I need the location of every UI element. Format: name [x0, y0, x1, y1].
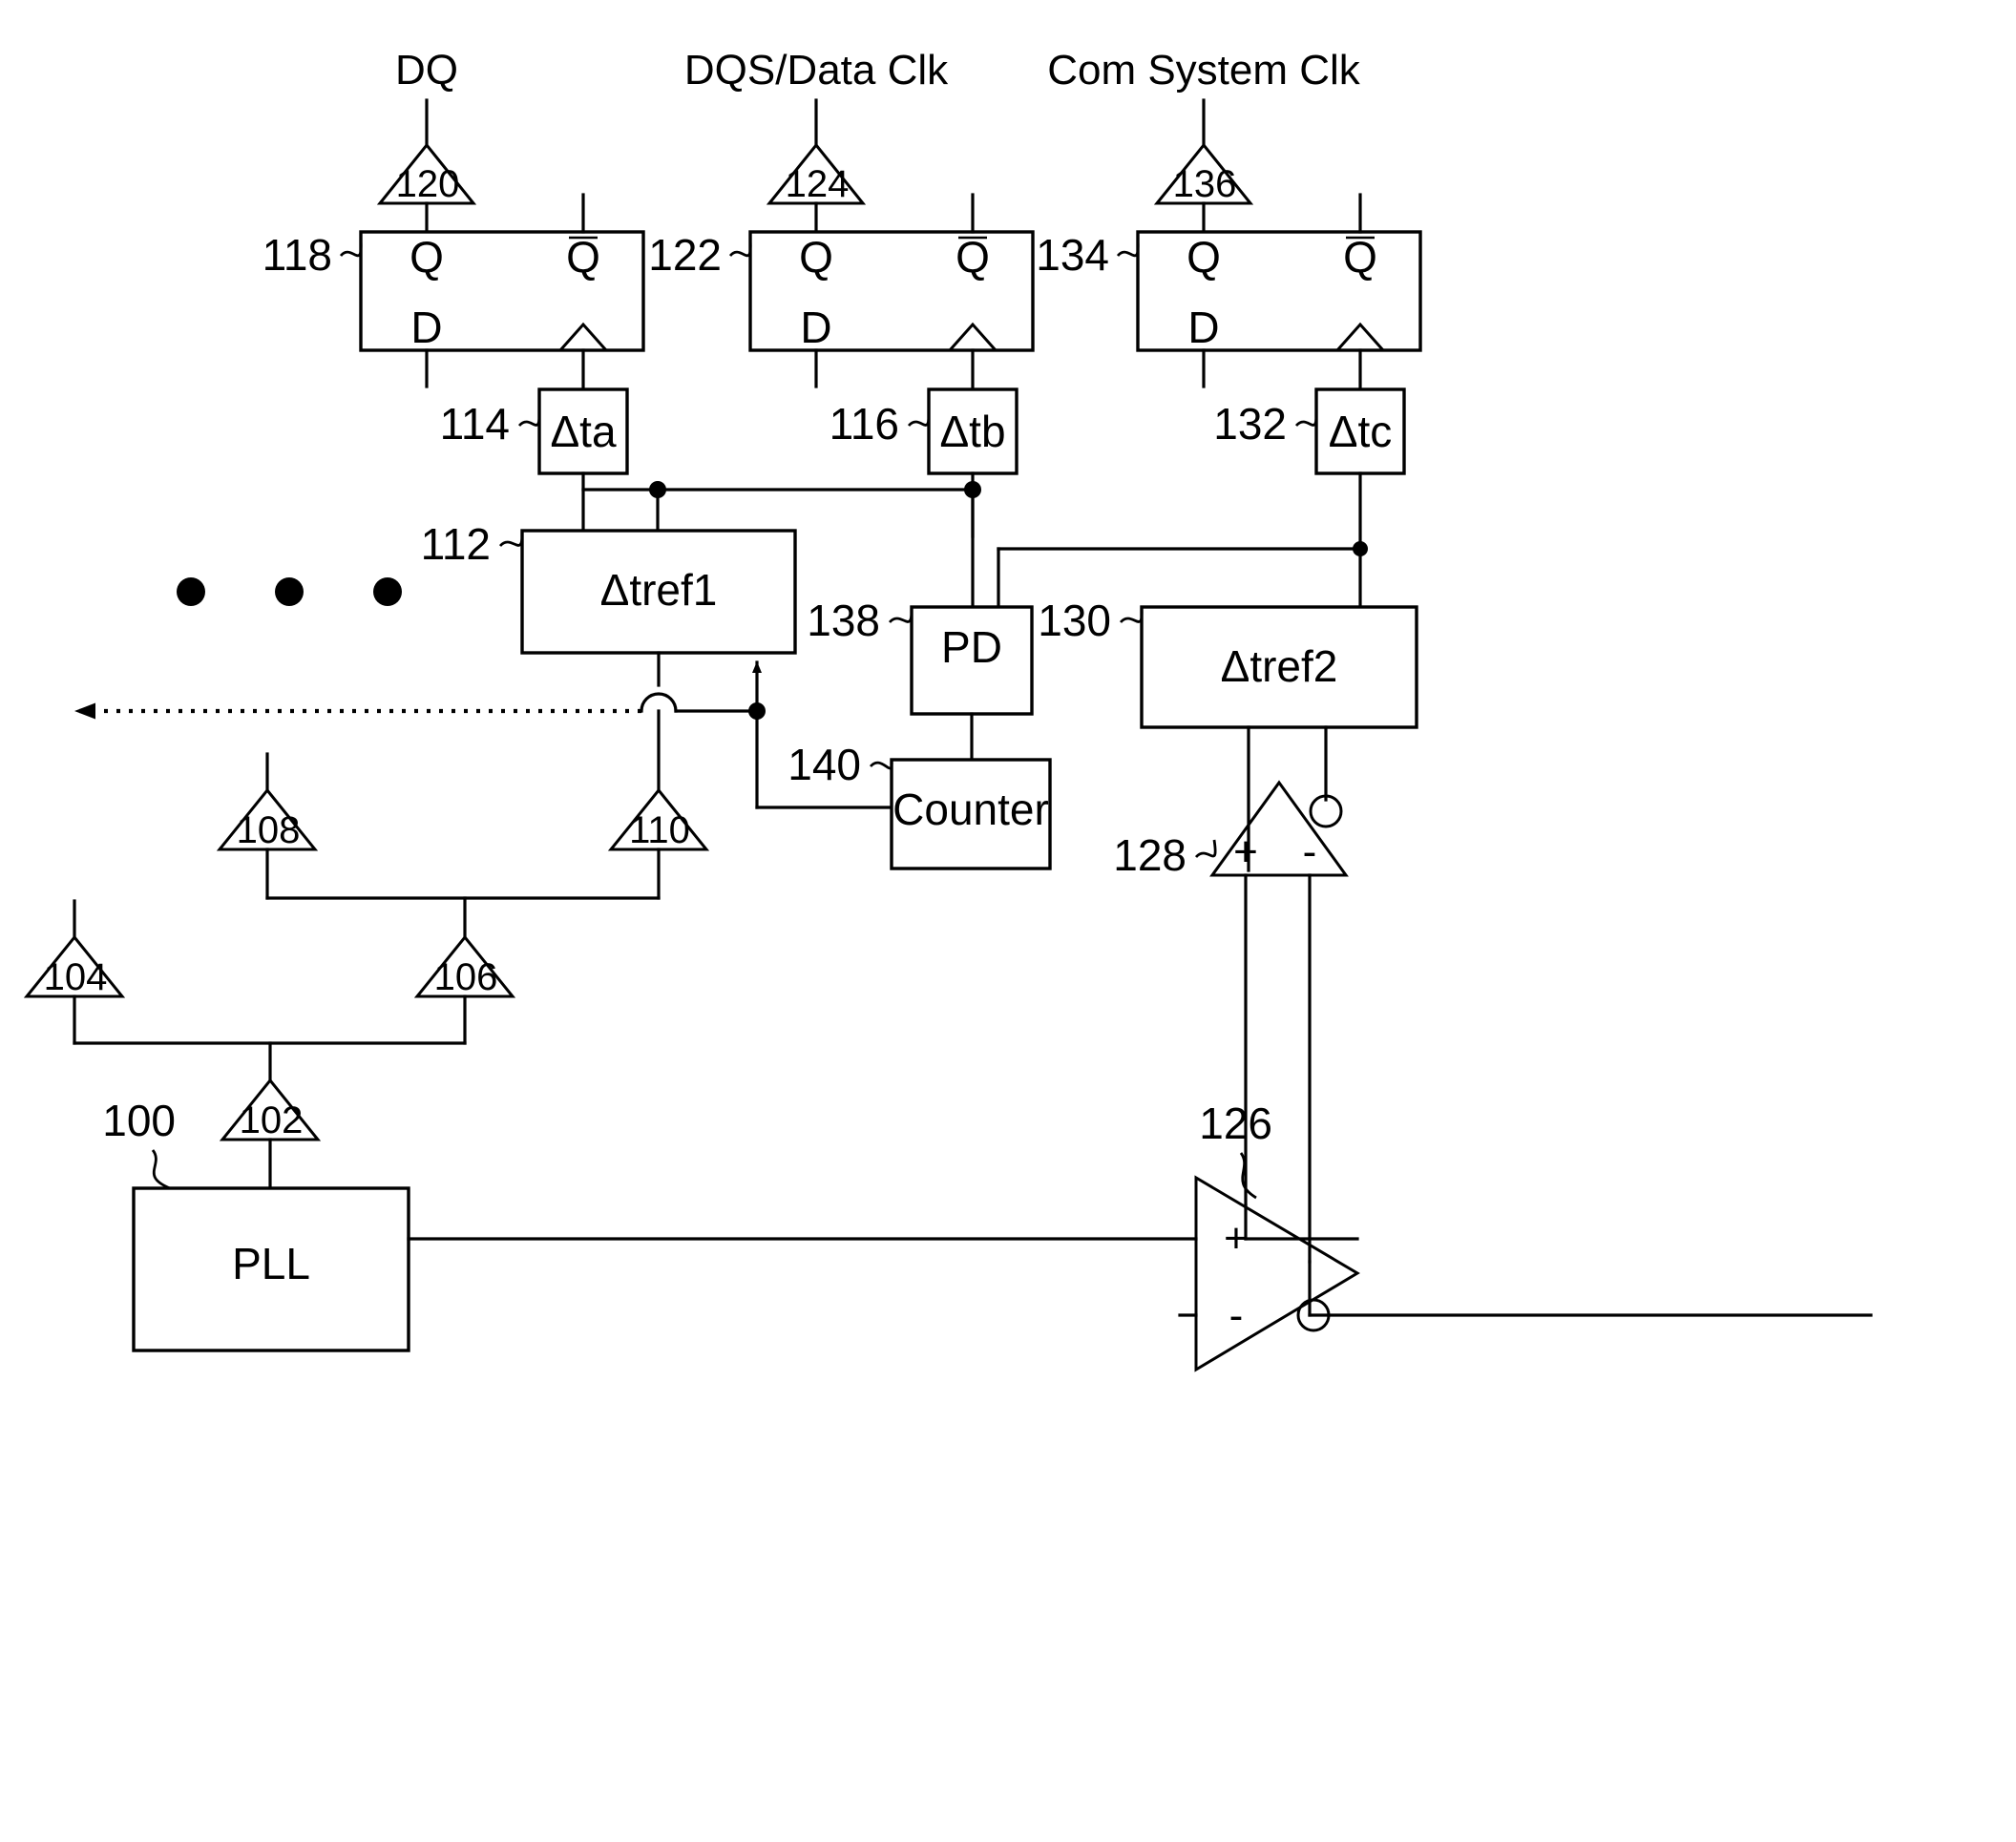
buffer-124-label: 124 [786, 163, 850, 205]
flipflop-134-d-label: D [1187, 303, 1219, 352]
flipflop-122-q-label: Q [799, 232, 833, 282]
delay-130-label: Δtref2 [1221, 641, 1338, 691]
comparator-126-minus-sign: - [1229, 1292, 1244, 1339]
leader-138 [888, 606, 914, 624]
ref-118: 118 [262, 230, 332, 280]
flipflop-118-qbar-label: Q [566, 232, 600, 282]
buffer-136-label: 136 [1173, 163, 1237, 205]
delay-114-label: Δta [550, 407, 617, 456]
logic-140-label: Counter [892, 785, 1049, 834]
comparator-126-symbol [1194, 1175, 1360, 1372]
comparator-128-plus-sign: + [1233, 828, 1258, 875]
flipflop-122-qbar-label: Q [956, 232, 990, 282]
flipflop-134-q-label: Q [1186, 232, 1221, 282]
flipflop-134-body [1136, 230, 1422, 352]
circuit-schematic: DQ DQS/Data Clk Com System Clk 120 Q Q D… [23, 47, 1873, 1372]
leader-122 [728, 240, 752, 258]
ref-122: 122 [648, 230, 722, 280]
leader-112 [498, 530, 524, 548]
ref-100: 100 [102, 1096, 176, 1145]
logic-138-label: PD [941, 622, 1002, 672]
flipflop-118-body [359, 230, 645, 352]
leader-100 [151, 1149, 171, 1190]
leader-132 [1294, 409, 1318, 428]
ref-140: 140 [788, 740, 861, 789]
flipflop-134-qbar-label: Q [1343, 232, 1377, 282]
leader-126 [1239, 1152, 1257, 1200]
flipflop-122-d-label: D [800, 303, 831, 352]
signal-label-dq: DQ [395, 47, 458, 94]
ref-128: 128 [1113, 830, 1186, 880]
delay-112-label: Δtref1 [600, 565, 718, 615]
svg-text:Q: Q [566, 232, 600, 282]
comparator-128-minus-sign: - [1303, 828, 1317, 875]
delay-116-label: Δtb [939, 407, 1005, 456]
buffer-102-label: 102 [240, 1099, 304, 1141]
leader-140 [869, 759, 893, 770]
buffer-106-label: 106 [434, 956, 498, 998]
ref-114: 114 [440, 399, 510, 449]
flipflop-118-d-label: D [410, 303, 442, 352]
svg-text:Q: Q [956, 232, 990, 282]
logic-100-label: PLL [232, 1239, 310, 1288]
ref-134: 134 [1036, 230, 1109, 280]
leader-134 [1116, 240, 1140, 258]
buffer-120-label: 120 [396, 163, 460, 205]
svg-text:Q: Q [1343, 232, 1377, 282]
leader-116 [907, 409, 931, 428]
signal-label-dqs: DQS/Data Clk [684, 47, 949, 94]
flipflop-118-q-label: Q [410, 232, 444, 282]
ref-132: 132 [1213, 399, 1287, 449]
leader-114 [517, 409, 541, 428]
ref-130: 130 [1038, 596, 1111, 645]
patent-figure: DQ DQS/Data Clk Com System Clk 120 Q Q D… [0, 0, 2016, 1842]
ref-112: 112 [421, 519, 491, 569]
ref-126: 126 [1199, 1099, 1272, 1148]
leader-118 [339, 240, 363, 258]
leader-128 [1194, 839, 1217, 859]
buffer-108-label: 108 [237, 809, 301, 851]
delay-132-label: Δtc [1329, 407, 1393, 456]
buffer-110-label: 110 [629, 809, 690, 851]
leader-130 [1119, 606, 1144, 624]
wire-hop-crossover [640, 692, 678, 713]
ref-138: 138 [807, 596, 880, 645]
ref-116: 116 [830, 399, 899, 449]
buffer-104-label: 104 [44, 956, 108, 998]
ellipsis-dots [177, 577, 402, 606]
flipflop-122-body [748, 230, 1035, 352]
signal-label-com-clk: Com System Clk [1047, 47, 1361, 94]
